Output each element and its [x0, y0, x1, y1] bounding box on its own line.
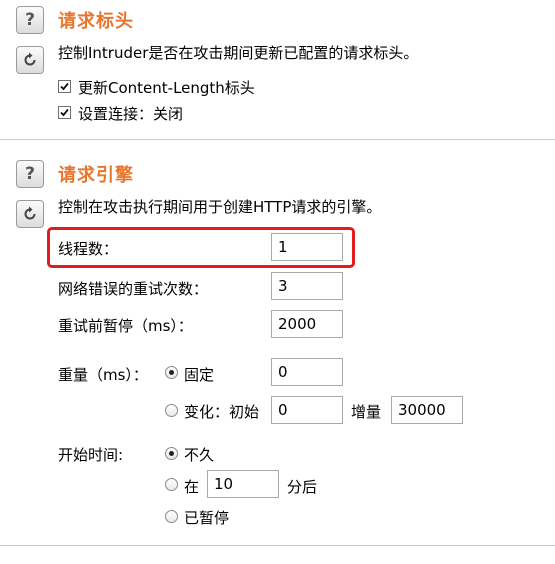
restore-defaults-icon: [24, 206, 36, 220]
start-in-minutes-input[interactable]: 10: [207, 470, 279, 498]
threads-input[interactable]: 1: [271, 233, 343, 261]
checkbox-checked-icon: [60, 82, 69, 91]
help-icon: ?: [25, 164, 35, 184]
pause-before-retry-input[interactable]: 2000: [271, 310, 343, 338]
section-divider: [0, 545, 555, 546]
section-description: 控制Intruder是否在攻击期间更新已配置的请求标头。: [58, 44, 419, 62]
retries-label: 网络错误的重试次数：: [58, 280, 209, 298]
checkbox-checked-icon: [60, 108, 69, 117]
throttle-increment-input[interactable]: 30000: [391, 396, 463, 424]
throttle-variable-label: 变化：初始: [184, 403, 260, 421]
throttle-variable-start-input[interactable]: 0: [271, 396, 343, 424]
section-title-request-headers: 请求标头: [58, 11, 134, 32]
help-icon: ?: [25, 10, 35, 30]
pause-before-retry-label: 重试前暂停（ms）：: [58, 317, 193, 335]
retries-input[interactable]: 3: [271, 272, 343, 300]
start-paused-radio[interactable]: [165, 510, 178, 523]
start-immediately-label: 不久: [184, 446, 215, 464]
throttle-fixed-input[interactable]: 0: [271, 358, 343, 386]
update-content-length-checkbox[interactable]: [58, 80, 71, 93]
threads-label: 线程数：: [58, 240, 119, 258]
start-immediately-radio[interactable]: [165, 447, 178, 460]
start-paused-label: 已暂停: [184, 509, 230, 527]
section-description: 控制在攻击执行期间用于创建HTTP请求的引擎。: [58, 198, 382, 216]
help-button[interactable]: ?: [16, 160, 44, 188]
restore-defaults-button[interactable]: [16, 46, 44, 74]
throttle-increment-label: 增量: [351, 403, 382, 421]
start-in-label: 在: [184, 478, 200, 496]
restore-defaults-button[interactable]: [16, 200, 44, 228]
set-connection-close-label: 设置连接：关闭: [78, 105, 184, 123]
section-divider: [0, 139, 555, 140]
throttle-fixed-radio[interactable]: [165, 366, 178, 379]
throttle-variable-radio[interactable]: [165, 404, 178, 417]
start-time-label: 开始时间:: [58, 446, 124, 464]
update-content-length-label: 更新Content-Length标头: [78, 79, 255, 97]
start-in-radio[interactable]: [165, 478, 178, 491]
start-in-minutes-unit: 分后: [287, 478, 318, 496]
help-button[interactable]: ?: [16, 6, 44, 34]
throttle-fixed-label: 固定: [184, 366, 215, 384]
restore-defaults-icon: [24, 52, 36, 66]
section-title-request-engine: 请求引擎: [58, 165, 134, 186]
throttle-label: 重量（ms）：: [58, 366, 148, 384]
set-connection-close-checkbox[interactable]: [58, 106, 71, 119]
